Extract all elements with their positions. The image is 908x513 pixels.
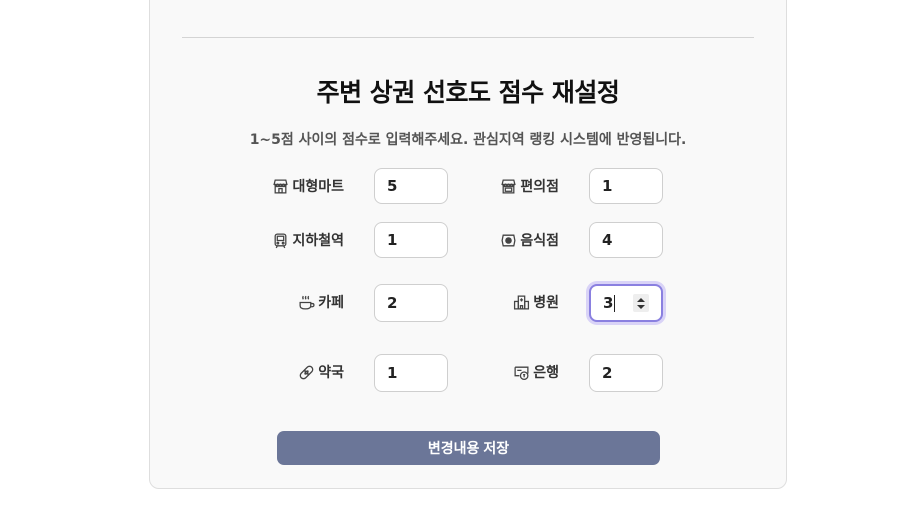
coffee-icon (298, 294, 315, 311)
form-title: 주변 상권 선호도 점수 재설정 (316, 78, 620, 107)
label-convenience: 편의점 (500, 176, 559, 196)
restaurant-score-input[interactable]: 4 (589, 222, 663, 258)
cafe-score-input[interactable]: 2 (374, 284, 448, 322)
divider (182, 37, 754, 38)
hospital-score-input[interactable]: 3 (589, 284, 663, 322)
convenience-score-input[interactable]: 1 (589, 168, 663, 204)
text-caret (614, 294, 616, 312)
label-pharmacy: 약국 (298, 362, 344, 382)
label-text: 카페 (318, 295, 344, 311)
pharmacy-score-input[interactable]: 1 (374, 354, 448, 392)
label-text: 병원 (533, 295, 559, 311)
preference-card: 주변 상권 선호도 점수 재설정 1~5점 사이의 점수로 입력해주세요. 관심… (149, 0, 787, 489)
label-bank: 은행 (513, 362, 559, 382)
shop-icon (500, 178, 517, 195)
form-subtitle: 1~5점 사이의 점수로 입력해주세요. 관심지역 랭킹 시스템에 반영됩니다. (249, 132, 687, 148)
bank-score-input[interactable]: 2 (589, 354, 663, 392)
bandage-icon (298, 364, 315, 381)
bank-icon (513, 364, 530, 381)
label-text: 지하철역 (292, 233, 344, 249)
subway-score-input[interactable]: 1 (374, 222, 448, 258)
label-text: 음식점 (520, 233, 559, 249)
hospital-icon (513, 294, 530, 311)
number-spinner[interactable] (633, 294, 649, 312)
mart-score-input[interactable]: 5 (374, 168, 448, 204)
label-hospital: 병원 (513, 292, 559, 312)
store-icon (272, 178, 289, 195)
decrement-arrow-icon[interactable] (637, 304, 645, 309)
label-cafe: 카페 (298, 292, 344, 312)
plate-icon (500, 232, 517, 249)
hospital-score-value: 3 (603, 294, 614, 312)
increment-arrow-icon[interactable] (637, 297, 645, 302)
label-subway: 지하철역 (272, 230, 344, 250)
label-mart: 대형마트 (272, 176, 344, 196)
save-changes-button[interactable]: 변경내용 저장 (277, 431, 660, 465)
label-text: 대형마트 (292, 179, 344, 195)
label-text: 은행 (533, 365, 559, 381)
label-text: 편의점 (520, 179, 559, 195)
label-restaurant: 음식점 (500, 230, 559, 250)
subway-icon (272, 232, 289, 249)
label-text: 약국 (318, 365, 344, 381)
